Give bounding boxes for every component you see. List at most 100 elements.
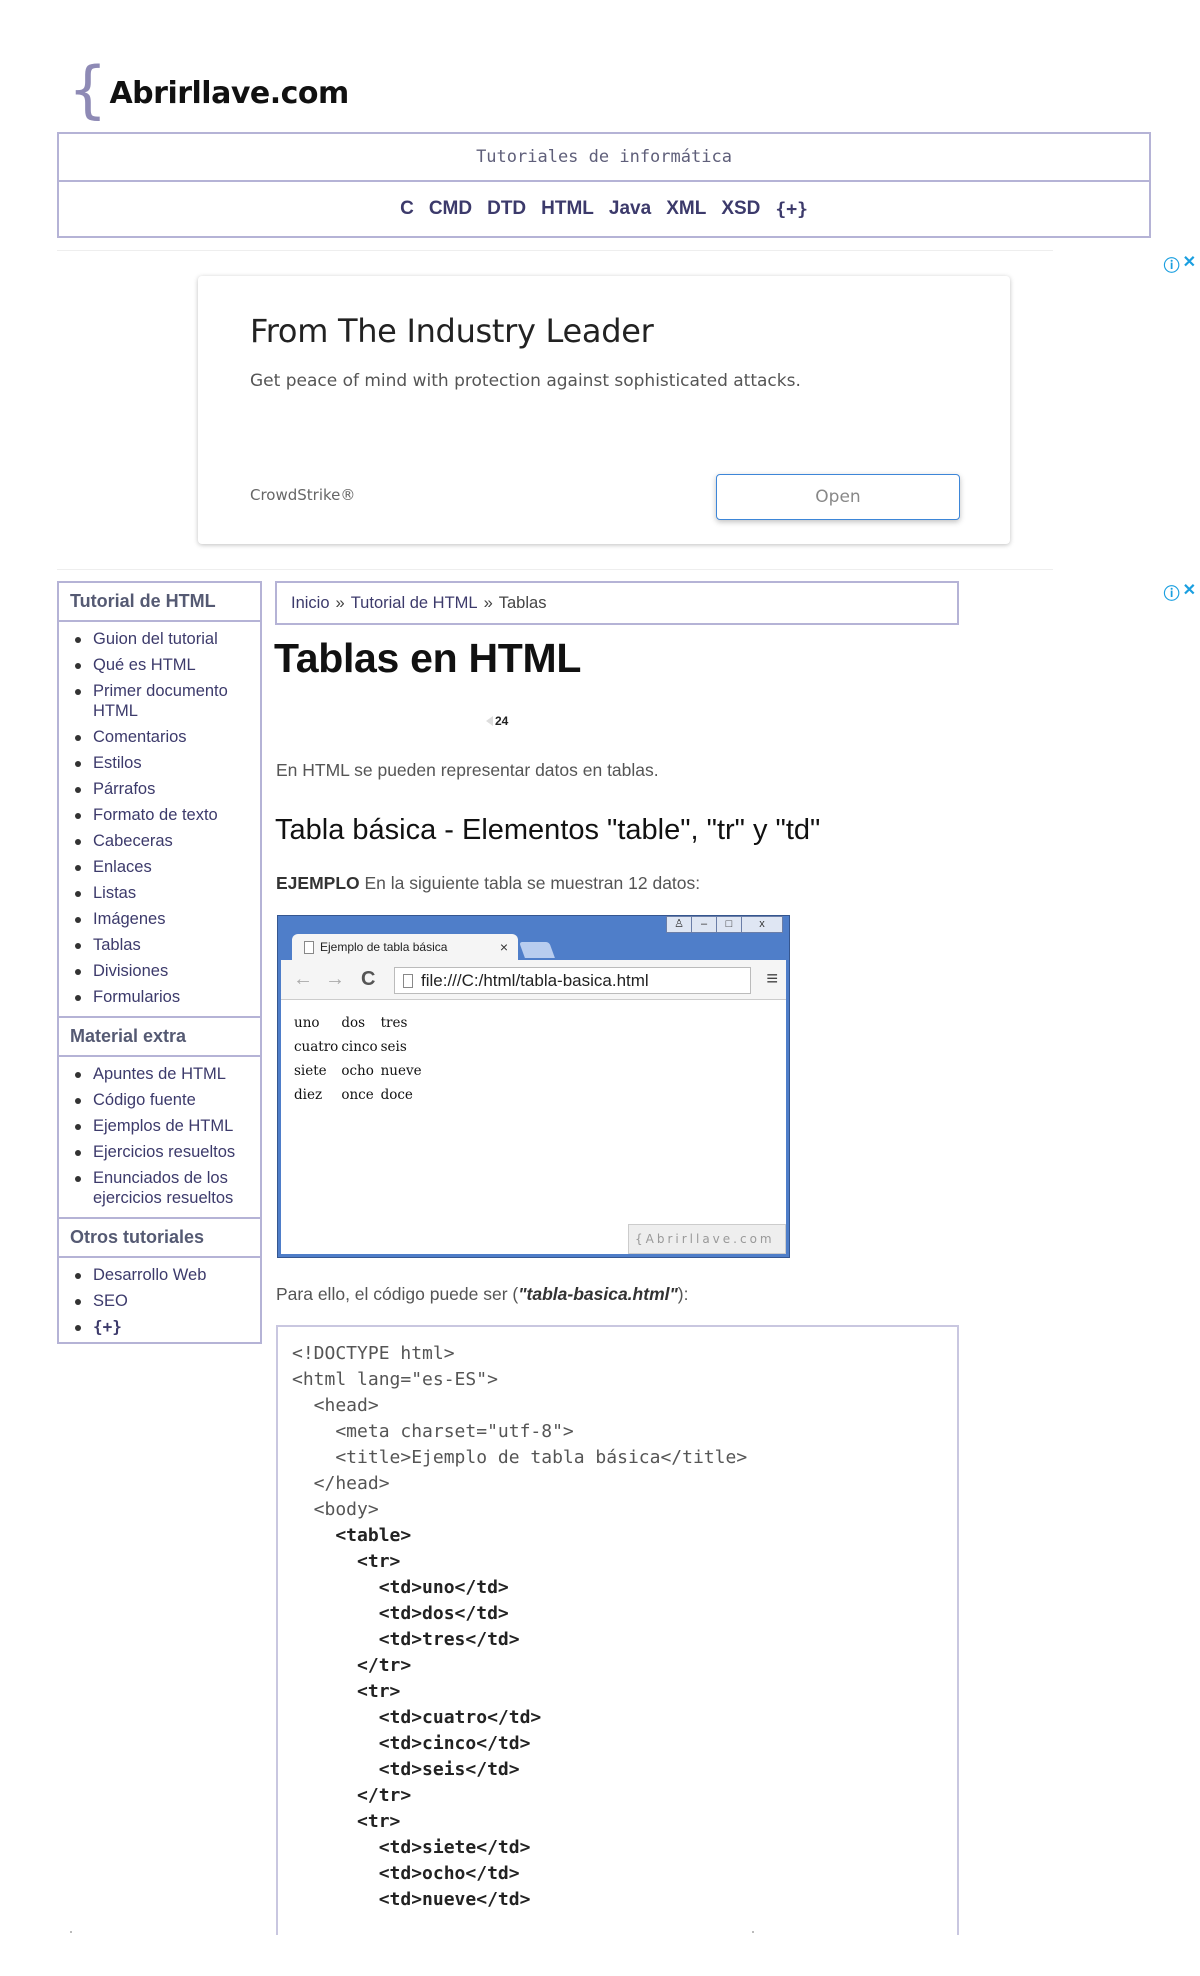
table-cell: uno	[294, 1015, 320, 1031]
breadcrumb-tutorial-html[interactable]: Tutorial de HTML	[351, 594, 478, 613]
share-counter[interactable]: 24	[486, 714, 508, 728]
sidebar-item-que-es-html[interactable]: Qué es HTML	[75, 652, 252, 678]
ad-controls-secondary: ⓘ ✕	[1164, 580, 1196, 604]
sidebar-section-title: Otros tutoriales	[59, 1219, 260, 1258]
code-line: <td>cuatro</td>	[292, 1707, 542, 1728]
sidebar-item-comentarios[interactable]: Comentarios	[75, 724, 252, 750]
sidebar-list: Desarrollo Web SEO {+}	[59, 1258, 260, 1346]
table-cell: tres	[380, 1015, 408, 1031]
divider-dot	[752, 1931, 754, 1933]
table-cell: dos	[341, 1015, 366, 1031]
breadcrumb-inicio[interactable]: Inicio	[291, 594, 330, 613]
sidebar-item-enunciados[interactable]: Enunciados de los ejercicios resueltos	[75, 1165, 252, 1211]
sidebar-section-title: Tutorial de HTML	[59, 583, 260, 622]
table-row: diez once doce	[294, 1085, 425, 1109]
breadcrumb-separator: »	[483, 593, 493, 612]
address-bar: file:///C:/html/tabla-basica.html	[394, 967, 751, 994]
sidebar-item-codigo-fuente[interactable]: Código fuente	[75, 1087, 252, 1113]
browser-tab: Ejemplo de tabla básica ×	[292, 934, 518, 960]
reload-icon: C	[361, 968, 376, 990]
sidebar-item-guion[interactable]: Guion del tutorial	[75, 626, 252, 652]
nav-link-more[interactable]: {+}	[775, 199, 808, 220]
ad-open-button[interactable]: Open	[716, 474, 960, 520]
nav-link-xml[interactable]: XML	[666, 198, 706, 220]
document-icon	[304, 940, 314, 954]
sidebar: Tutorial de HTML Guion del tutorial Qué …	[57, 581, 262, 1344]
ad-info-icon[interactable]: ⓘ	[1164, 252, 1180, 276]
sidebar-item-divisiones[interactable]: Divisiones	[75, 958, 252, 984]
forward-arrow-icon: →	[325, 968, 345, 990]
nav-link-xsd[interactable]: XSD	[721, 198, 760, 220]
ad-title: From The Industry Leader	[250, 312, 654, 350]
nav-link-cmd[interactable]: CMD	[429, 198, 472, 220]
sidebar-section-otros: Otros tutoriales Desarrollo Web SEO {+}	[59, 1219, 260, 1346]
section-heading: Tabla básica - Elementos "table", "tr" y…	[275, 814, 821, 846]
example-table: uno dos tres cuatro cinco seis siete och…	[294, 1013, 425, 1109]
example-text: En la siguiente tabla se muestran 12 dat…	[359, 873, 701, 893]
sidebar-item-more[interactable]: {+}	[75, 1314, 252, 1340]
code-line: <table>	[292, 1525, 412, 1546]
example-label: EJEMPLO	[276, 873, 360, 893]
ad-close-icon[interactable]: ✕	[1183, 252, 1196, 276]
user-icon: ♙	[666, 916, 692, 933]
table-cell: cinco	[341, 1039, 378, 1055]
code-line: <title>Ejemplo de tabla básica</title>	[292, 1447, 748, 1468]
table-cell: seis	[380, 1039, 407, 1055]
sidebar-item-seo[interactable]: SEO	[75, 1288, 252, 1314]
browser-tab-title: Ejemplo de tabla básica	[320, 940, 448, 954]
sidebar-item-cabeceras[interactable]: Cabeceras	[75, 828, 252, 854]
sidebar-item-estilos[interactable]: Estilos	[75, 750, 252, 776]
code-line: <td>dos</td>	[292, 1603, 509, 1624]
code-line: <meta charset="utf-8">	[292, 1421, 574, 1442]
sidebar-item-imagenes[interactable]: Imágenes	[75, 906, 252, 932]
table-cell: once	[341, 1087, 374, 1103]
code-line: </head>	[292, 1473, 390, 1494]
minimize-icon: –	[691, 916, 717, 933]
nav-link-html[interactable]: HTML	[541, 198, 594, 220]
sidebar-item-listas[interactable]: Listas	[75, 880, 252, 906]
table-row: uno dos tres	[294, 1013, 425, 1037]
code-filename: "tabla-basica.html"	[518, 1284, 678, 1304]
intro-paragraph: En HTML se pueden representar datos en t…	[276, 760, 659, 780]
site-tagline: Tutoriales de informática	[59, 134, 1149, 182]
sidebar-item-parrafos[interactable]: Párrafos	[75, 776, 252, 802]
sidebar-item-ejercicios[interactable]: Ejercicios resueltos	[75, 1139, 252, 1165]
code-line: </tr>	[292, 1655, 412, 1676]
ad-card[interactable]: From The Industry Leader Get peace of mi…	[198, 276, 1010, 544]
breadcrumb-separator: »	[335, 593, 345, 612]
sidebar-list: Apuntes de HTML Código fuente Ejemplos d…	[59, 1057, 260, 1217]
sidebar-item-desarrollo-web[interactable]: Desarrollo Web	[75, 1262, 252, 1288]
table-cell: cuatro	[294, 1039, 339, 1055]
close-window-icon: x	[741, 916, 783, 933]
table-cell: doce	[380, 1087, 413, 1103]
ad-info-icon[interactable]: ⓘ	[1164, 580, 1180, 604]
code-line: <html lang="es-ES">	[292, 1369, 498, 1390]
sidebar-item-apuntes[interactable]: Apuntes de HTML	[75, 1061, 252, 1087]
nav-link-java[interactable]: Java	[609, 198, 651, 220]
code-line: <td>nueve</td>	[292, 1889, 531, 1910]
sidebar-item-formato-texto[interactable]: Formato de texto	[75, 802, 252, 828]
sidebar-item-tablas[interactable]: Tablas	[75, 932, 252, 958]
code-line: <td>tres</td>	[292, 1629, 520, 1650]
code-block: <!DOCTYPE html> <html lang="es-ES"> <hea…	[276, 1325, 959, 1935]
ad-close-icon[interactable]: ✕	[1183, 580, 1196, 604]
nav-link-c[interactable]: C	[400, 198, 414, 220]
address-url: file:///C:/html/tabla-basica.html	[421, 970, 649, 990]
page-title: Tablas en HTML	[274, 635, 582, 681]
sidebar-item-primer-documento[interactable]: Primer documento HTML	[75, 678, 252, 724]
code-listing: <!DOCTYPE html> <html lang="es-ES"> <hea…	[278, 1327, 957, 1913]
example-paragraph: EJEMPLO En la siguiente tabla se muestra…	[276, 873, 700, 894]
sidebar-item-ejemplos[interactable]: Ejemplos de HTML	[75, 1113, 252, 1139]
nav-link-dtd[interactable]: DTD	[487, 198, 526, 220]
menu-icon: ≡	[766, 968, 778, 990]
table-cell: siete	[294, 1063, 327, 1079]
site-logo[interactable]: { Abrirllave.com	[68, 59, 349, 126]
sidebar-section-tutorial: Tutorial de HTML Guion del tutorial Qué …	[59, 583, 260, 1018]
share-count: 24	[495, 714, 509, 728]
sidebar-item-formularios[interactable]: Formularios	[75, 984, 252, 1010]
sidebar-item-enlaces[interactable]: Enlaces	[75, 854, 252, 880]
code-intro-suffix: ):	[677, 1284, 689, 1304]
browser-viewport: uno dos tres cuatro cinco seis siete och…	[281, 1000, 786, 1254]
divider-dot	[70, 1931, 72, 1933]
code-line: <tr>	[292, 1681, 401, 1702]
